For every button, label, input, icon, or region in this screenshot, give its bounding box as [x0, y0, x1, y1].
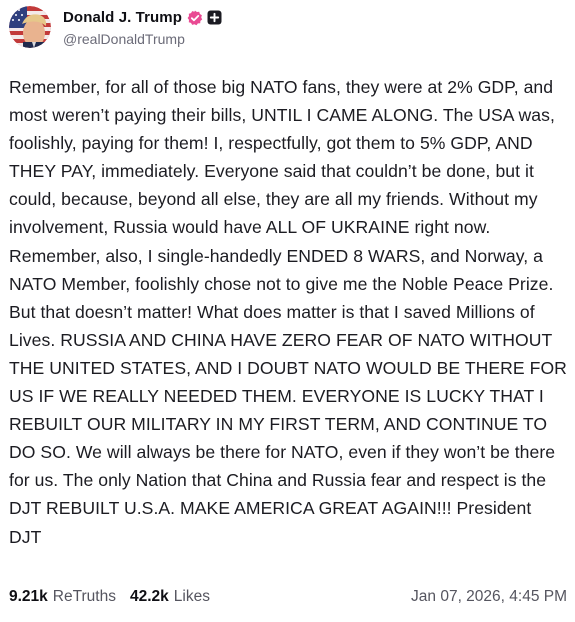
avatar[interactable] [9, 6, 51, 48]
author-handle[interactable]: @realDonaldTrump [63, 31, 222, 47]
plus-badge-icon [207, 10, 222, 25]
author-display-name[interactable]: Donald J. Trump [63, 9, 182, 26]
truth-post: Donald J. Trump @realDonaldTrump Remembe… [0, 0, 575, 622]
retruths-count: 9.21k [9, 588, 48, 605]
post-header: Donald J. Trump @realDonaldTrump [9, 4, 222, 50]
avatar-image [9, 6, 51, 48]
likes-label: Likes [173, 588, 210, 605]
verified-check-icon [187, 10, 203, 26]
likes-count: 42.2k [129, 588, 169, 605]
name-row: Donald J. Trump [63, 8, 222, 28]
post-footer: 9.21k ReTruths 42.2k Likes Jan 07, 2026,… [9, 585, 567, 609]
retruths-stat[interactable]: 9.21k ReTruths [9, 588, 116, 606]
post-body-text: Remember, for all of those big NATO fans… [9, 77, 567, 547]
retruths-label: ReTruths [52, 588, 116, 605]
post-timestamp[interactable]: Jan 07, 2026, 4:45 PM [411, 588, 567, 606]
author-names: Donald J. Trump @realDonaldTrump [63, 8, 222, 47]
likes-stat[interactable]: 42.2k Likes [130, 588, 210, 606]
